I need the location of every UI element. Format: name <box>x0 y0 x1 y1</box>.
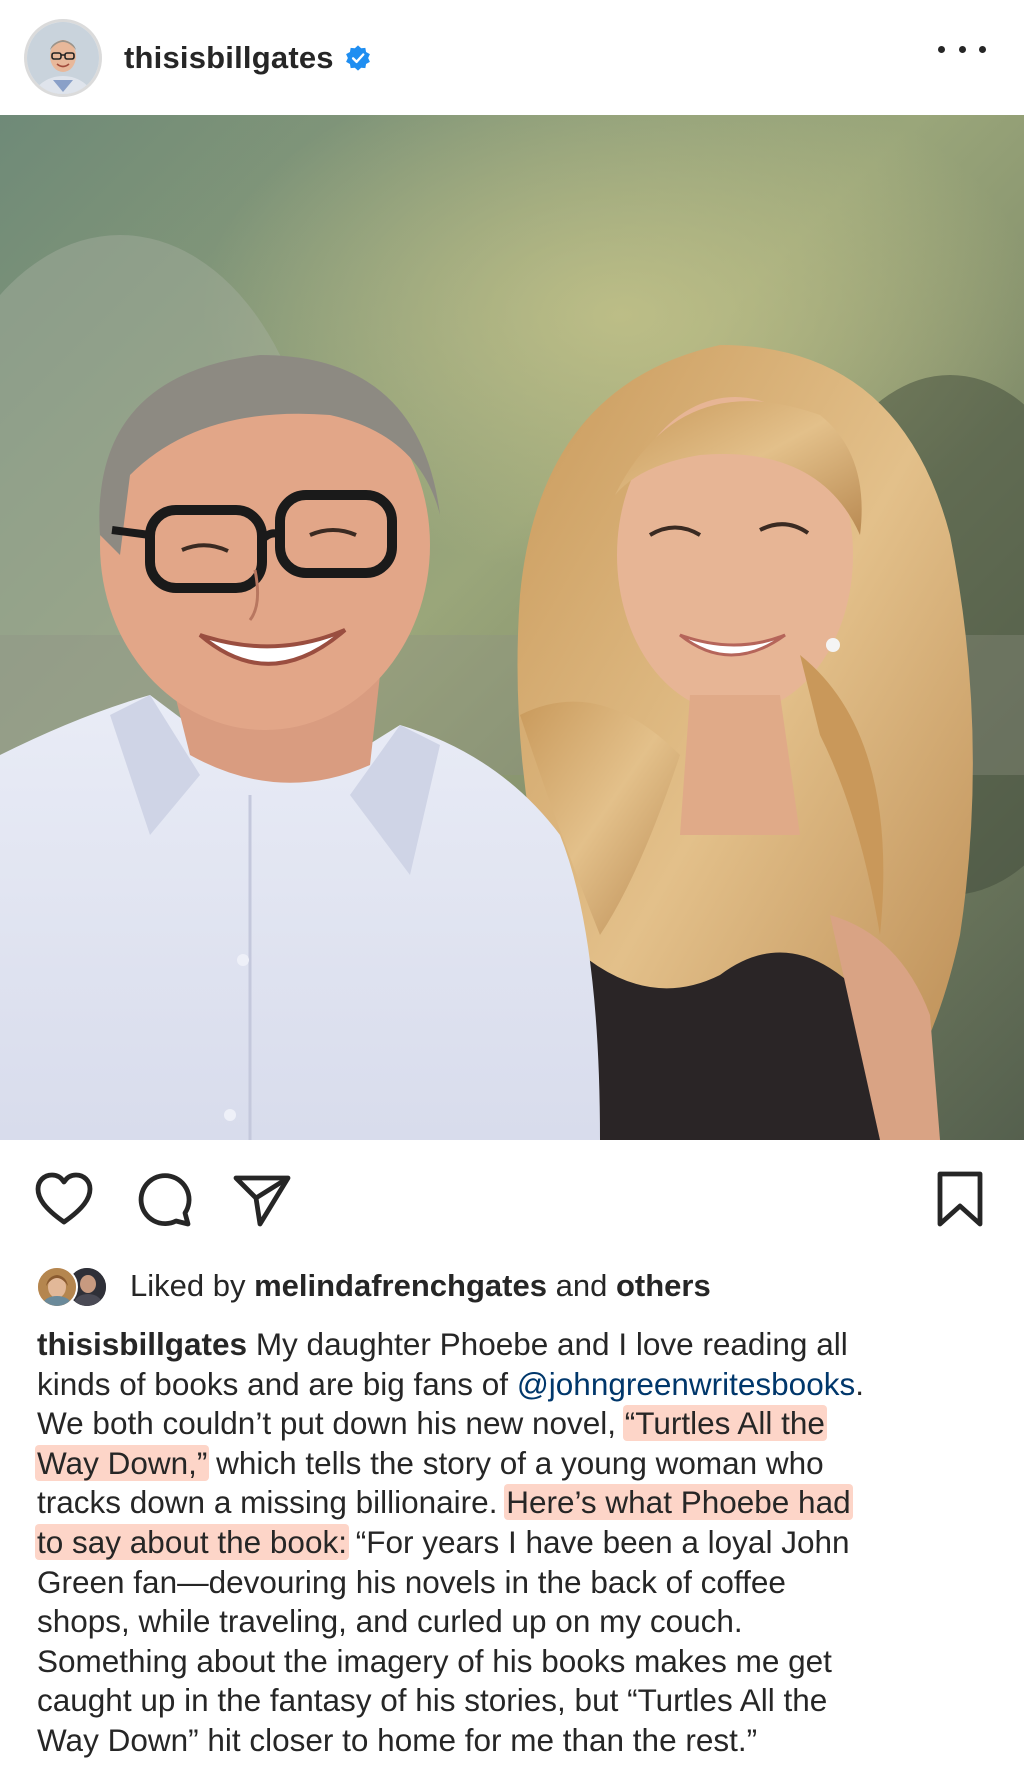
caption-line: We both couldn’t put down his new novel,… <box>37 1404 997 1444</box>
caption-line: to say about the book: “For years I have… <box>35 1523 997 1563</box>
likes-text: Liked by melindafrenchgates and others <box>130 1268 711 1304</box>
post-caption: thisisbillgates My daughter Phoebe and I… <box>35 1325 997 1761</box>
caption-text: tracks down a missing billionaire. <box>37 1484 507 1521</box>
bookmark-icon[interactable] <box>928 1168 992 1232</box>
caption-text: My daughter Phoebe and I love reading al… <box>247 1326 848 1362</box>
caption-username[interactable]: thisisbillgates <box>37 1326 247 1362</box>
liker-username[interactable]: melindafrenchgates <box>254 1268 547 1303</box>
caption-line: Something about the imagery of his books… <box>37 1642 832 1679</box>
caption-text: . <box>855 1365 864 1402</box>
caption-text: We both couldn’t put down his new novel, <box>37 1405 625 1442</box>
highlighted-text: to say about the book: <box>35 1523 349 1560</box>
caption-line: thisisbillgates My daughter Phoebe and I… <box>37 1325 997 1365</box>
likes-prefix: Liked by <box>130 1268 246 1303</box>
caption-line: caught up in the fantasy of his stories,… <box>37 1682 828 1719</box>
highlighted-text: “Turtles All the <box>622 1405 827 1442</box>
likes-others-link[interactable]: others <box>616 1268 711 1303</box>
verified-badge-icon <box>345 44 370 71</box>
caption-line: Green fan—devouring his novels in the ba… <box>37 1563 786 1600</box>
highlighted-text: Here’s what Phoebe had <box>504 1484 853 1521</box>
more-options-icon[interactable] <box>938 34 986 64</box>
send-icon[interactable] <box>230 1168 294 1232</box>
profile-avatar[interactable] <box>24 18 102 97</box>
highlighted-text: Way Down,” <box>35 1444 210 1481</box>
caption-line: shops, while traveling, and curled up on… <box>37 1603 743 1640</box>
likes-row: Liked by melindafrenchgates and others <box>36 1260 711 1312</box>
caption-line: Way Down,” which tells the story of a yo… <box>35 1444 997 1484</box>
liker-avatar <box>36 1266 78 1308</box>
comment-icon[interactable] <box>132 1168 196 1232</box>
action-bar <box>0 1150 1024 1250</box>
caption-text: which tells the story of a young woman w… <box>207 1444 824 1481</box>
caption-text: “For years I have been a loyal John <box>346 1523 850 1560</box>
mention-link[interactable]: @johngreenwritesbooks <box>517 1366 855 1402</box>
heart-icon[interactable] <box>32 1168 96 1232</box>
liker-avatars[interactable] <box>36 1262 114 1310</box>
caption-line: Way Down” hit closer to home for me than… <box>37 1721 758 1758</box>
header-username[interactable]: thisisbillgates <box>124 40 334 76</box>
caption-line: kinds of books and are big fans of @john… <box>37 1365 997 1405</box>
instagram-post: thisisbillgates Liked by melindafrenchga… <box>0 0 1024 1770</box>
post-header: thisisbillgates <box>0 0 1024 115</box>
likes-conjunction: and <box>555 1268 608 1303</box>
post-photo[interactable] <box>0 115 1024 1140</box>
caption-text: kinds of books and are big fans of <box>37 1365 517 1402</box>
username-row: thisisbillgates <box>124 40 372 76</box>
caption-line: tracks down a missing billionaire. Here’… <box>37 1483 997 1523</box>
